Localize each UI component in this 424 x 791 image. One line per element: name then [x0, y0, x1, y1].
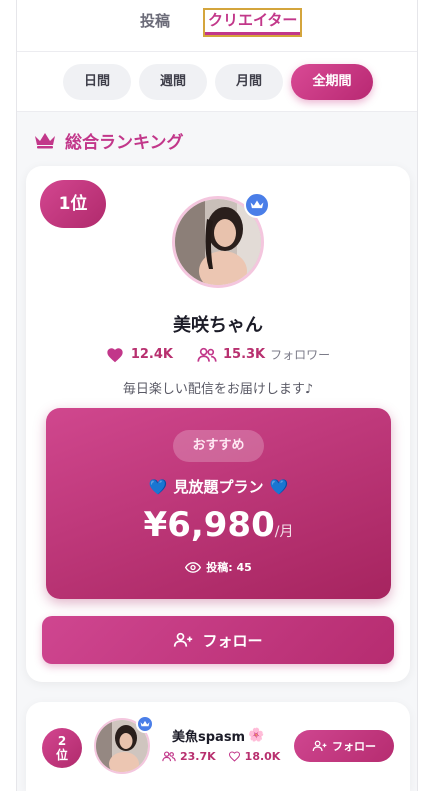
- period-weekly-button[interactable]: 週間: [139, 64, 207, 100]
- follow-button[interactable]: フォロー: [42, 616, 394, 664]
- rank-number: 2: [57, 734, 67, 748]
- add-user-icon: [312, 740, 327, 752]
- posts-label: 投稿: 45: [206, 561, 252, 574]
- section-title: 総合ランキング: [65, 132, 184, 153]
- app-frame: 投稿 クリエイター 日間 週間 月間 全期間 総合ランキング 1位 美咲ちゃん …: [0, 0, 424, 791]
- plan-name: 見放題プラン: [173, 478, 264, 496]
- price-amount: ¥6,980: [143, 505, 275, 545]
- heart-icon: [107, 347, 123, 362]
- users-icon: [162, 751, 176, 762]
- flower-icon: 🌸: [248, 728, 265, 743]
- creator-name-text: 美魚spasm: [172, 730, 246, 745]
- ranking-row-second[interactable]: 2 位 美魚spasm 🌸 23.7K 18.0K フォロー: [26, 702, 410, 791]
- section-header: 総合ランキング: [34, 128, 184, 153]
- content-type-tabs: 投稿 クリエイター: [17, 0, 417, 52]
- followers-count: 15.3K: [222, 347, 266, 362]
- rank-suffix: 位: [55, 748, 68, 762]
- period-filter: 日間 週間 月間 全期間: [17, 52, 417, 112]
- rank-badge: 2 位: [42, 728, 82, 768]
- rank-badge: 1位: [40, 180, 106, 228]
- follow-button[interactable]: フォロー: [294, 730, 394, 762]
- followers-count: 23.7K: [180, 750, 216, 763]
- crown-badge-icon: [244, 192, 270, 218]
- left-divider: [16, 0, 17, 791]
- eye-icon: [185, 561, 202, 573]
- likes-count: 18.0K: [244, 750, 281, 763]
- heart-icon: [228, 751, 240, 762]
- creator-stats: 23.7K 18.0K: [162, 750, 280, 763]
- crown-badge-icon: [136, 715, 154, 733]
- likes-count: 12.4K: [130, 347, 173, 362]
- follow-button-label: フォロー: [332, 740, 376, 753]
- creator-name[interactable]: 美魚spasm 🌸: [172, 726, 264, 745]
- right-divider: [417, 0, 418, 791]
- blue-heart-icon: 💙: [269, 477, 289, 496]
- subscription-plan-card[interactable]: おすすめ 💙 見放題プラン 💙 ¥6,980/月 投稿: 45: [46, 408, 391, 599]
- creator-name[interactable]: 美咲ちゃん: [26, 311, 410, 337]
- post-count: 投稿: 45: [46, 559, 391, 575]
- creator-stats: 12.4K 15.3K フォロワー: [26, 346, 410, 363]
- plan-price: ¥6,980/月: [46, 505, 391, 545]
- recommended-badge: おすすめ: [173, 430, 264, 462]
- tab-creators[interactable]: クリエイター: [203, 8, 303, 37]
- tab-posts[interactable]: 投稿: [140, 10, 170, 31]
- ranking-card-first[interactable]: 1位 美咲ちゃん 12.4K 15.3K フォロワー 毎日楽しい配信をお届けしま…: [26, 166, 410, 682]
- creator-bio: 毎日楽しい配信をお届けします♪: [122, 382, 314, 397]
- followers-label: フォロワー: [270, 348, 331, 362]
- follow-button-label: フォロー: [202, 631, 263, 650]
- price-unit: /月: [274, 524, 294, 540]
- crown-icon: [35, 133, 55, 149]
- users-icon: [197, 347, 217, 362]
- period-monthly-button[interactable]: 月間: [215, 64, 283, 100]
- add-user-icon: [174, 632, 193, 647]
- plan-title: 💙 見放題プラン 💙: [46, 476, 391, 497]
- blue-heart-icon: 💙: [148, 477, 168, 496]
- period-all-time-button[interactable]: 全期間: [291, 64, 373, 100]
- period-daily-button[interactable]: 日間: [63, 64, 131, 100]
